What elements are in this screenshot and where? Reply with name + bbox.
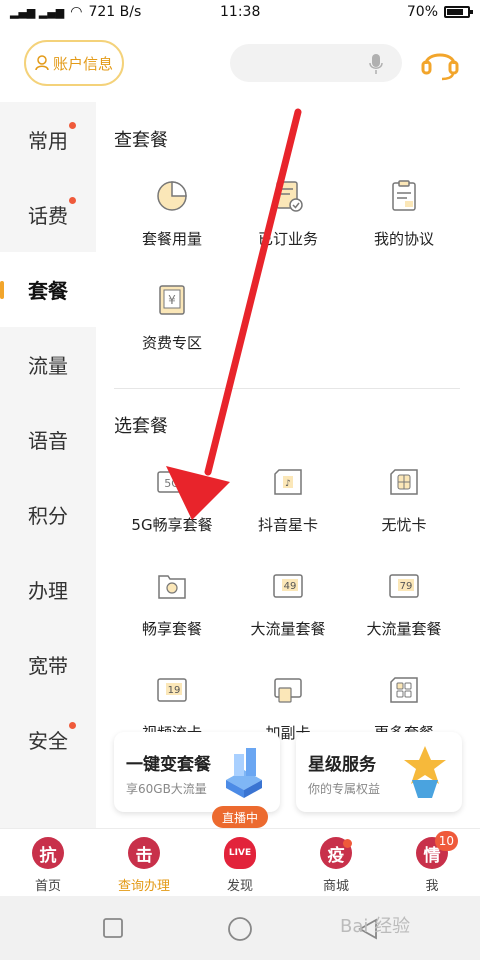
home-circle-icon[interactable] — [227, 916, 253, 942]
query-tab-icon: 击 — [128, 837, 160, 869]
tab-me[interactable]: 情 10 我 — [384, 831, 480, 894]
home-tab-icon: 抗 — [32, 837, 64, 869]
tab-home[interactable]: 抗 首页 — [0, 837, 96, 894]
tab-query-handle[interactable]: 击 查询办理 — [96, 837, 192, 894]
live-heart-icon: LIVE — [224, 837, 256, 869]
recent-apps-square-icon[interactable] — [103, 918, 123, 938]
watermark: Bai 经验 — [340, 916, 411, 937]
bottom-tab-bar: 抗 首页 击 查询办理 LIVE 发现 疫 商城 情 10 我 — [0, 828, 480, 896]
live-badge: 直播中 — [212, 806, 268, 828]
tab-mall[interactable]: 疫 商城 — [288, 837, 384, 894]
message-count-badge: 10 — [434, 831, 458, 851]
notification-dot — [343, 839, 352, 848]
tab-discover[interactable]: LIVE 发现 — [192, 837, 288, 894]
